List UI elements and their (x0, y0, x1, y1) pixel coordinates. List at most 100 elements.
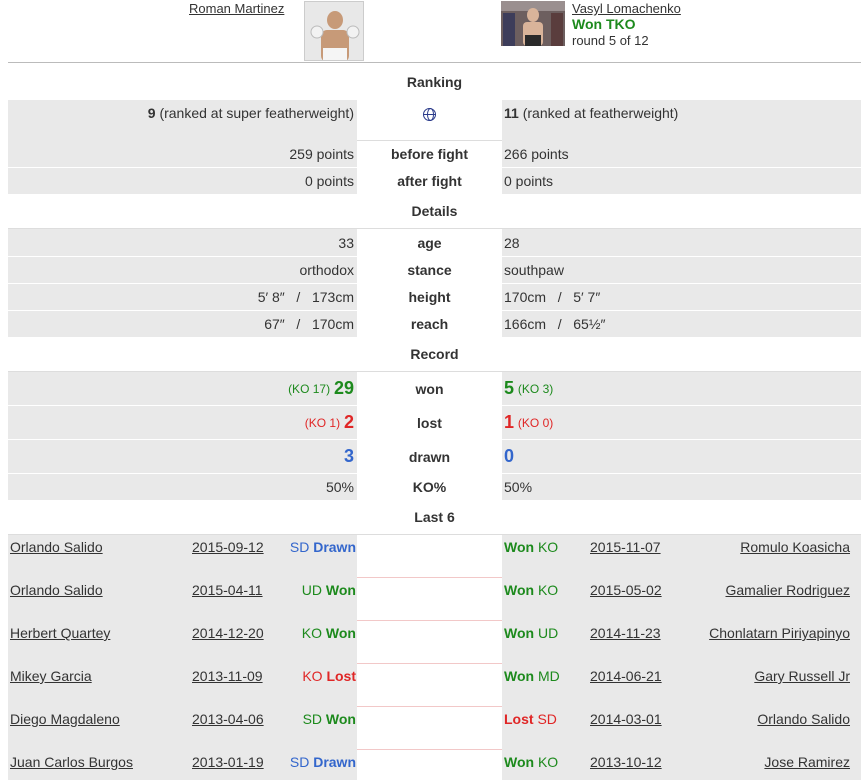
right-won-count: 5 (504, 378, 515, 398)
left-opponent-link[interactable]: Mikey Garcia (10, 668, 92, 684)
last6-left-cell: Orlando Salido 2015-04-11 UD Won (8, 578, 357, 621)
last6-left-cell: Diego Magdaleno 2013-04-06 SD Won (8, 707, 357, 750)
last6-list: Orlando Salido 2015-09-12 SD Drawn Won KO 20… (8, 535, 861, 780)
record-right-won: 5 (KO 3) (502, 372, 861, 405)
left-fight-result: SD Drawn (290, 754, 356, 770)
right-fight-date-link[interactable]: 2014-03-01 (590, 711, 662, 727)
left-fighter-photo[interactable] (304, 1, 364, 61)
details-label-reach: reach (357, 310, 502, 337)
right-fight-method: KO (537, 539, 559, 555)
right-fighter-photo-image (501, 1, 565, 46)
details-left-height: 5′ 8″ / 173cm (8, 283, 357, 310)
left-opponent-link[interactable]: Orlando Salido (10, 539, 103, 555)
after-fight-left: 0 points (8, 167, 357, 194)
left-lost-ko: (KO 1) (304, 415, 341, 430)
right-fight-outcome: Won (504, 625, 535, 641)
left-fight-date-link[interactable]: 2014-12-20 (192, 625, 264, 641)
details-left-reach: 67″ / 170cm (8, 310, 357, 337)
record-left-lost: (KO 1) 2 (8, 405, 357, 439)
left-fight-result: UD Won (302, 582, 356, 598)
last6-right-cell: Won MD 2014-06-21 Gary Russell Jr (502, 664, 861, 707)
right-opponent-link[interactable]: Chonlatarn Piriyapinyo (709, 625, 850, 641)
record-row-drawn: 3 drawn 0 (8, 439, 861, 473)
right-fight-date-link[interactable]: 2015-05-02 (590, 582, 662, 598)
right-fighter-name-link[interactable]: Vasyl Lomachenko (572, 1, 681, 16)
left-fight-outcome: Won (325, 711, 356, 727)
last6-right-cell: Won UD 2014-11-23 Chonlatarn Piriyapinyo (502, 621, 861, 664)
right-fight-result: Won KO (504, 539, 558, 555)
left-fight-outcome: Drawn (313, 754, 356, 770)
record-right-ko-pct: 50% (502, 473, 861, 500)
right-fight-date-link[interactable]: 2013-10-12 (590, 754, 662, 770)
details-label-height: height (357, 283, 502, 310)
left-fight-date-link[interactable]: 2013-04-06 (192, 711, 264, 727)
right-rank-number: 11 (504, 105, 519, 121)
record-label-drawn: drawn (357, 439, 502, 473)
left-fight-method: UD (301, 582, 323, 598)
record-row-ko-pct: 50% KO% 50% (8, 473, 861, 500)
right-opponent-link[interactable]: Jose Ramirez (764, 754, 850, 770)
left-opponent-link[interactable]: Orlando Salido (10, 582, 103, 598)
last6-row: Herbert Quartey 2014-12-20 KO Won Won UD 201… (8, 621, 861, 664)
record-right-lost: 1 (KO 0) (502, 405, 861, 439)
left-lost-count: 2 (343, 412, 354, 432)
right-fight-method: UD (537, 625, 559, 641)
right-fight-result: Won KO (504, 582, 558, 598)
left-rank-number: 9 (147, 105, 156, 121)
left-fight-date-link[interactable]: 2013-11-09 (192, 668, 263, 684)
right-fight-date-link[interactable]: 2015-11-07 (590, 539, 661, 555)
fight-round: round 5 of 12 (572, 33, 649, 48)
right-fight-outcome: Lost (504, 711, 534, 727)
left-drawn-count: 3 (343, 446, 354, 466)
right-fight-method: MD (537, 668, 560, 684)
last6-right-cell: Won KO 2013-10-12 Jose Ramirez (502, 750, 861, 780)
last6-middle-cell (357, 750, 502, 780)
details-row-stance: orthodox stance southpaw (8, 256, 861, 283)
last6-row: Orlando Salido 2015-04-11 UD Won Won KO 2015… (8, 578, 861, 621)
right-opponent-link[interactable]: Gary Russell Jr (754, 668, 850, 684)
last6-left-cell: Juan Carlos Burgos 2013-01-19 SD Drawn (8, 750, 357, 780)
record-label-lost: lost (357, 405, 502, 439)
left-ranking: 9 (ranked at super featherweight) (8, 100, 357, 140)
before-fight-right: 266 points (502, 140, 861, 167)
left-opponent-link[interactable]: Juan Carlos Burgos (10, 754, 133, 770)
right-fight-date-link[interactable]: 2014-11-23 (590, 625, 661, 641)
left-fight-method: SD (289, 539, 310, 555)
right-fight-outcome: Won (504, 539, 535, 555)
left-fight-date-link[interactable]: 2015-09-12 (192, 539, 264, 555)
left-fight-method: SD (302, 711, 323, 727)
ranking-row: 9 (ranked at super featherweight) 11 (ra… (8, 100, 861, 140)
fight-result: Won TKO (572, 16, 636, 32)
right-rank-note: (ranked at featherweight) (522, 105, 679, 121)
left-fight-result: SD Won (303, 711, 356, 727)
right-opponent-link[interactable]: Romulo Koasicha (740, 539, 850, 555)
right-opponent-link[interactable]: Gamalier Rodriguez (726, 582, 851, 598)
last6-right-cell: Lost SD 2014-03-01 Orlando Salido (502, 707, 861, 750)
left-fight-result: KO Won (302, 625, 356, 641)
details-right-stance: southpaw (502, 256, 861, 283)
right-fight-date-link[interactable]: 2014-06-21 (590, 668, 662, 684)
last6-left-cell: Mikey Garcia 2013-11-09 KO Lost (8, 664, 357, 707)
right-fight-outcome: Won (504, 754, 535, 770)
left-fighter-name-link[interactable]: Roman Martinez (189, 1, 284, 16)
left-opponent-link[interactable]: Herbert Quartey (10, 625, 110, 641)
right-opponent-link[interactable]: Orlando Salido (757, 711, 850, 727)
details-label-stance: stance (357, 256, 502, 283)
details-row-reach: 67″ / 170cm reach 166cm / 65½″ (8, 310, 861, 337)
left-fight-method: KO (302, 668, 323, 684)
details-right-height: 170cm / 5′ 7″ (502, 283, 861, 310)
last6-row: Diego Magdaleno 2013-04-06 SD Won Lost SD 20… (8, 707, 861, 750)
details-label-age: age (357, 229, 502, 256)
right-fighter-photo[interactable] (501, 1, 565, 46)
left-fight-date-link[interactable]: 2015-04-11 (192, 582, 263, 598)
ranking-globe-cell (357, 100, 502, 140)
right-fight-result: Won MD (504, 668, 560, 684)
after-fight-right: 0 points (502, 167, 861, 194)
left-fight-date-link[interactable]: 2013-01-19 (192, 754, 264, 770)
left-fight-outcome: Lost (326, 668, 356, 684)
left-won-ko: (KO 17) (288, 381, 331, 396)
left-fighter-photo-image (305, 2, 363, 60)
last6-right-cell: Won KO 2015-11-07 Romulo Koasicha (502, 535, 861, 578)
left-opponent-link[interactable]: Diego Magdaleno (10, 711, 120, 727)
record-left-drawn: 3 (8, 439, 357, 473)
